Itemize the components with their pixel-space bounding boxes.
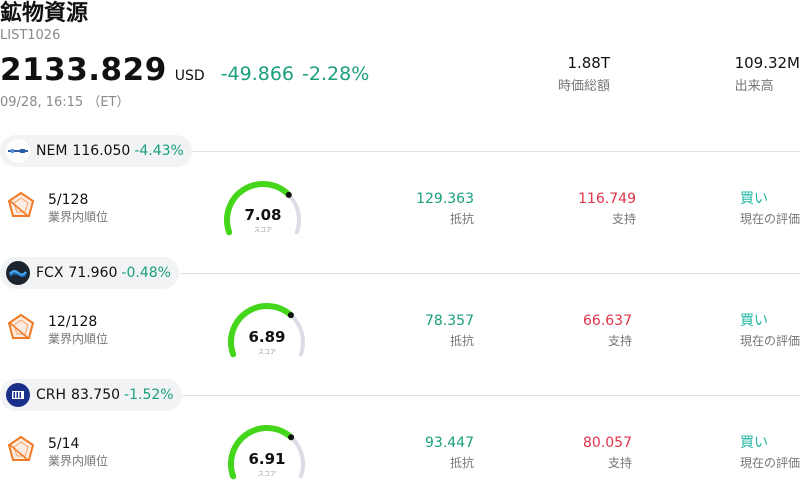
rating: 買い 現在の評価 [740,312,800,349]
gauge-indicator [288,434,295,441]
newmont-logo-icon [6,139,30,163]
rank-label: 業界内順位 [48,454,109,468]
resistance-label: 抵抗 [449,456,474,470]
rating-value: 買い [740,191,768,207]
ticker-code: LIST1026 [0,28,61,43]
volume-value: 109.32M [734,54,800,72]
stock-card[interactable]: NEM 116.050 -4.43% 5/128 業界内順位 7.08 スコア … [0,134,800,256]
support: 116.749 支持 [578,190,636,227]
stock-pill[interactable]: FCX 71.960 -0.48% [0,257,179,289]
stock-pill[interactable]: CRH 83.750 -1.52% [0,379,182,411]
rank-value: 5/128 [48,192,89,208]
price-row: 2133.829 USD -49.866 -2.28% [0,52,369,92]
stock-price: 116.050 [72,143,131,159]
page-title: 鉱物資源 [0,1,89,26]
pentagon-chart-icon [7,191,35,217]
market-cap-stat: 1.88T 時価総額 [558,54,610,96]
price-change: -49.866 [220,63,295,85]
index-price: 2133.829 [0,52,167,88]
support-label: 支持 [607,334,632,348]
stock-price: 71.960 [68,265,118,281]
resistance-value: 78.357 [425,313,474,329]
support: 66.637 支持 [583,312,632,349]
score-value: 6.91 [248,450,286,468]
support-value: 80.057 [583,435,632,451]
volume-stat: 109.32M 出来高 [735,54,800,96]
support-value: 66.637 [583,313,632,329]
volume-label: 出来高 [734,79,774,94]
divider [180,273,800,274]
industry-rank: 5/14 業界内順位 [48,435,108,469]
stock-symbol: CRH [36,387,67,403]
resistance-label: 抵抗 [449,212,474,226]
score-gauge: 6.91 スコア [222,424,312,484]
pentagon-chart-icon [7,313,35,339]
price-change-pct: -2.28% [302,63,370,85]
divider [180,395,800,396]
resistance: 129.363 抵抗 [416,190,474,227]
rating-label: 現在の評価 [740,334,800,348]
support-value: 116.749 [578,191,636,207]
crh-logo-icon [6,383,30,407]
industry-rank: 12/128 業界内順位 [48,313,108,347]
stock-change: -1.52% [124,387,174,403]
stock-card[interactable]: FCX 71.960 -0.48% 12/128 業界内順位 6.89 スコア … [0,256,800,378]
timestamp: 09/28, 16:15 （ET） [0,95,130,110]
score-label: スコア [253,227,272,234]
score-value: 7.08 [244,206,282,224]
resistance: 93.447 抵抗 [425,434,474,471]
score-label: スコア [257,471,276,478]
resistance-label: 抵抗 [449,334,474,348]
rating-value: 買い [740,313,768,329]
stock-change: -0.48% [121,265,171,281]
pentagon-chart-icon [7,435,35,461]
divider [180,151,800,152]
rank-label: 業界内順位 [48,332,109,346]
score-gauge: 7.08 スコア [218,180,308,240]
currency: USD [174,68,205,84]
stock-symbol: NEM [36,143,68,159]
resistance-value: 93.447 [425,435,474,451]
industry-rank: 5/128 業界内順位 [48,191,108,225]
stock-pill[interactable]: NEM 116.050 -4.43% [0,135,192,167]
support-label: 支持 [607,456,632,470]
rating-label: 現在の評価 [740,212,800,226]
rating: 買い 現在の評価 [740,434,800,471]
rank-value: 12/128 [48,314,98,330]
score-label: スコア [257,349,276,356]
rank-label: 業界内順位 [48,210,109,224]
stock-card[interactable]: CRH 83.750 -1.52% 5/14 業界内順位 6.91 スコア 93… [0,378,800,488]
market-cap-value: 1.88T [567,54,610,72]
support-label: 支持 [611,212,636,226]
stock-symbol: FCX [36,265,64,281]
resistance-value: 129.363 [416,191,474,207]
gauge-indicator [287,312,294,319]
rating-label: 現在の評価 [740,456,800,470]
rank-value: 5/14 [48,436,80,452]
stock-price: 83.750 [71,387,121,403]
score-value: 6.89 [248,328,286,346]
score-gauge: 6.89 スコア [222,302,312,362]
rating: 買い 現在の評価 [740,190,800,227]
market-cap-label: 時価総額 [557,79,610,94]
support: 80.057 支持 [583,434,632,471]
resistance: 78.357 抵抗 [425,312,474,349]
stock-change: -4.43% [134,143,184,159]
gauge-indicator [285,191,292,198]
rating-value: 買い [740,435,768,451]
freeport-logo-icon [6,261,30,285]
